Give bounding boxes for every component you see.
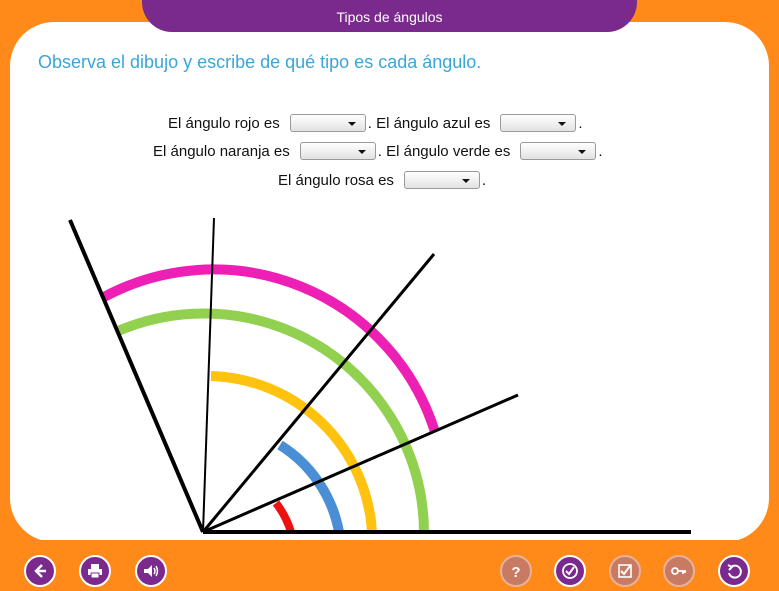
check-icon [562,563,578,579]
key-icon [671,567,686,575]
undo-icon [727,564,742,579]
check-button[interactable] [554,555,586,587]
audio-icon [144,565,159,577]
audio-button[interactable] [135,555,167,587]
undo-button[interactable] [718,555,750,587]
red-arc [272,500,295,534]
angles-drawing [68,217,691,534]
svg-text:?: ? [511,564,520,580]
print-button[interactable] [79,555,111,587]
back-button[interactable] [24,555,56,587]
bottom-toolbar [0,540,779,591]
key-button[interactable] [663,555,695,587]
review-icon [618,564,632,578]
ray-low [202,393,519,534]
green-arc [116,308,429,533]
help-button[interactable]: ? [500,555,532,587]
back-icon [34,564,46,578]
print-icon [88,564,102,579]
review-button[interactable] [609,555,641,587]
help-icon: ? [511,564,520,580]
